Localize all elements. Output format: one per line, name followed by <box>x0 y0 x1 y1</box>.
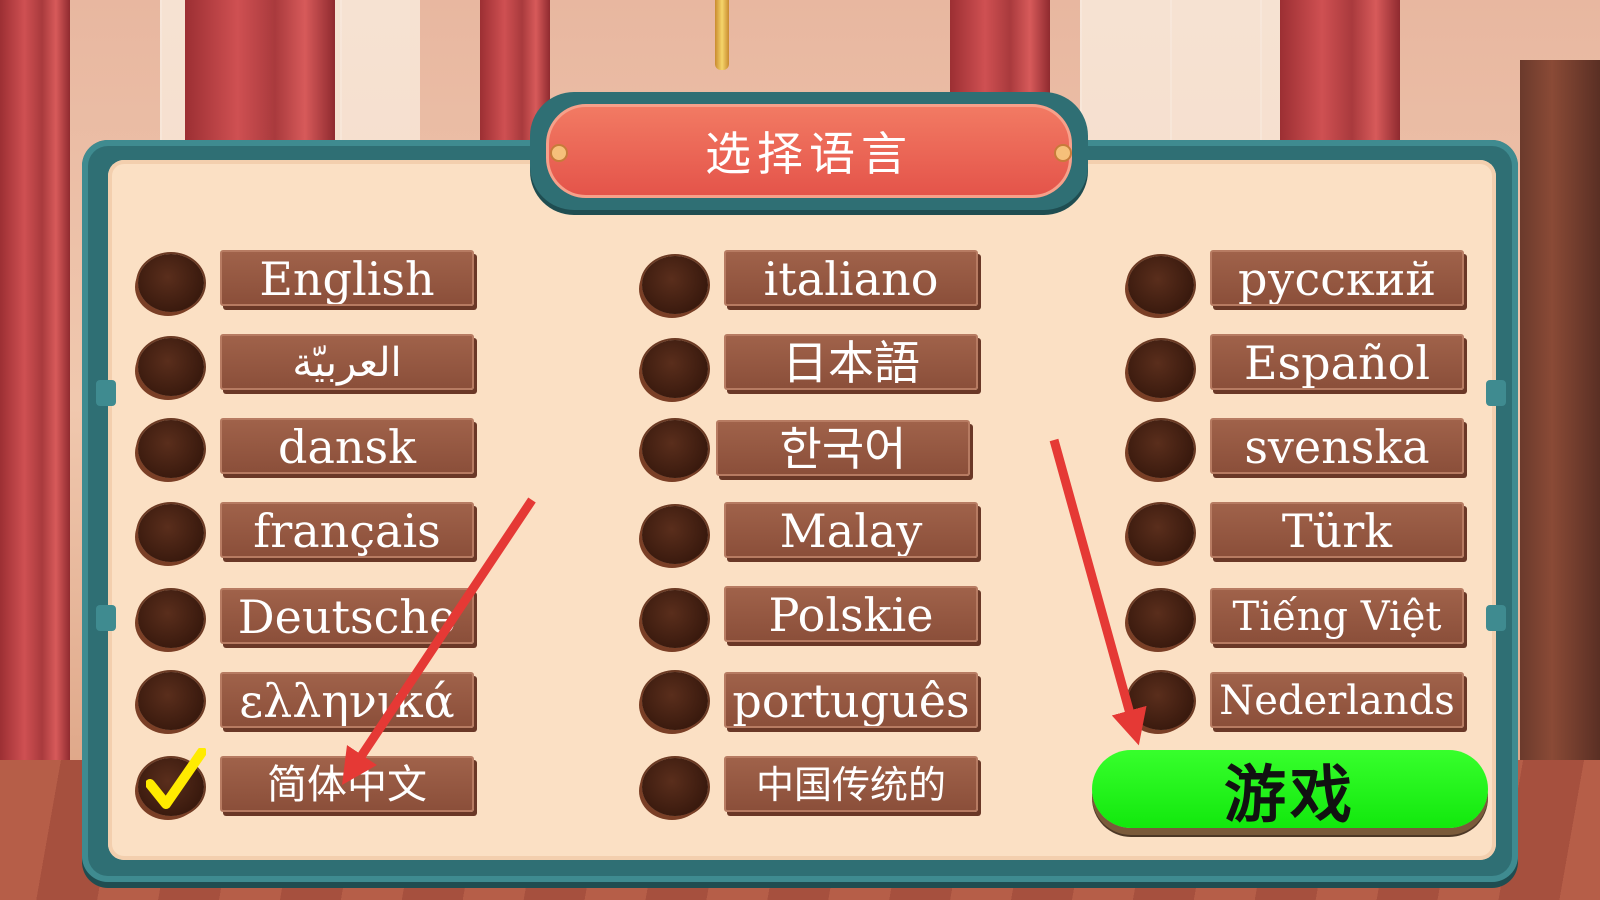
curtain-right <box>1280 0 1400 140</box>
radio-spanish[interactable] <box>1128 340 1194 398</box>
radio-english[interactable] <box>138 254 204 312</box>
language-option-french[interactable]: français <box>220 502 474 558</box>
language-option-russian[interactable]: русский <box>1210 250 1464 306</box>
page-title: 选择语言 <box>705 127 913 181</box>
curtain-left-top <box>185 0 335 140</box>
radio-french[interactable] <box>138 504 204 562</box>
banner-stud <box>1054 144 1072 162</box>
language-option-swedish[interactable]: svenska <box>1210 418 1464 474</box>
radio-greek[interactable] <box>138 672 204 730</box>
play-button[interactable]: 游戏 <box>1092 750 1488 831</box>
banner-stud <box>550 144 568 162</box>
radio-german[interactable] <box>138 590 204 648</box>
title-banner: 选择语言 <box>546 104 1072 198</box>
language-option-spanish[interactable]: Español <box>1210 334 1464 390</box>
radio-malay[interactable] <box>642 506 708 564</box>
play-button-label: 游戏 <box>1223 758 1356 831</box>
panel-bolt <box>1486 605 1506 631</box>
language-option-vietnamese[interactable]: Tiếng Việt <box>1210 588 1464 644</box>
radio-portuguese[interactable] <box>642 672 708 730</box>
language-option-korean[interactable]: 한국어 <box>716 420 970 476</box>
radio-korean[interactable] <box>642 420 708 478</box>
panel-bolt <box>1486 380 1506 406</box>
language-option-simplified-chinese[interactable]: 简体中文 <box>220 756 474 812</box>
language-option-polish[interactable]: Polskie <box>724 586 978 642</box>
radio-italian[interactable] <box>642 256 708 314</box>
radio-japanese[interactable] <box>642 340 708 398</box>
language-option-dutch[interactable]: Nederlands <box>1210 672 1464 728</box>
panel-bolt <box>96 605 116 631</box>
radio-traditional-chinese[interactable] <box>642 758 708 816</box>
radio-dutch[interactable] <box>1128 672 1194 730</box>
language-option-japanese[interactable]: 日本語 <box>724 334 978 390</box>
language-option-arabic[interactable]: العربيّة <box>220 334 474 390</box>
chandelier <box>715 0 729 70</box>
radio-vietnamese[interactable] <box>1128 590 1194 648</box>
language-option-turkish[interactable]: Türk <box>1210 502 1464 558</box>
language-option-malay[interactable]: Malay <box>724 502 978 558</box>
language-option-danish[interactable]: dansk <box>220 418 474 474</box>
language-option-english[interactable]: English <box>220 250 474 306</box>
radio-danish[interactable] <box>138 420 204 478</box>
language-option-italian[interactable]: italiano <box>724 250 978 306</box>
radio-polish[interactable] <box>642 590 708 648</box>
language-option-greek[interactable]: ελληνικά <box>220 672 474 728</box>
radio-swedish[interactable] <box>1128 420 1194 478</box>
language-option-german[interactable]: Deutsche <box>220 588 474 644</box>
radio-arabic[interactable] <box>138 338 204 396</box>
language-option-portuguese[interactable]: português <box>724 672 978 728</box>
language-option-traditional-chinese[interactable]: 中国传统的 <box>724 756 978 812</box>
panel-bolt <box>96 380 116 406</box>
radio-turkish[interactable] <box>1128 504 1194 562</box>
radio-russian[interactable] <box>1128 256 1194 314</box>
checkmark-icon <box>146 748 206 809</box>
